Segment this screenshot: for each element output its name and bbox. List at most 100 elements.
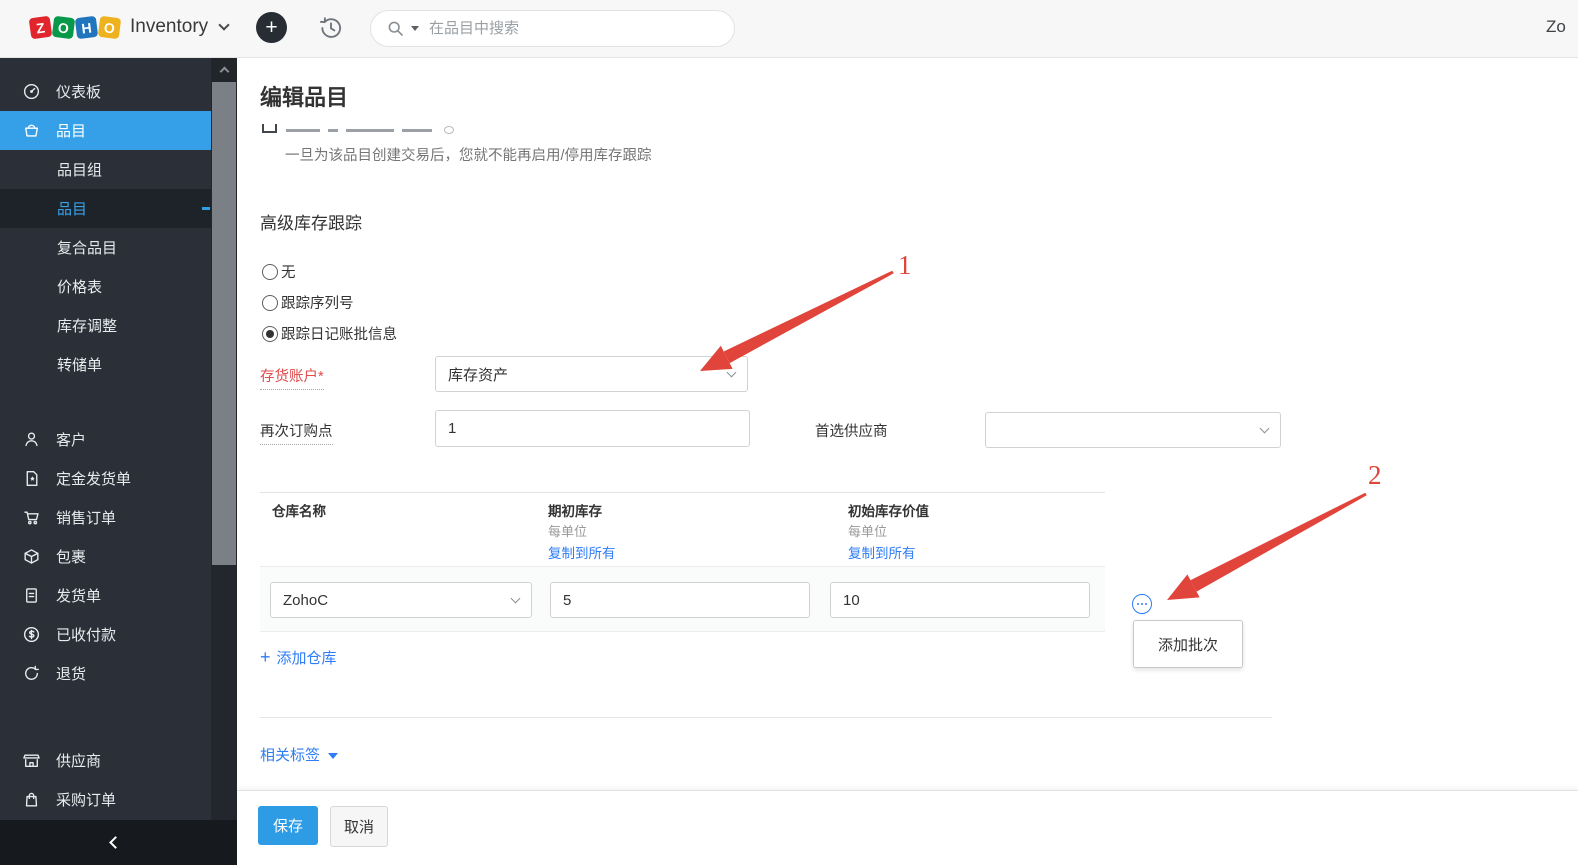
active-indicator-dash [202,207,210,210]
logo-letter-tile: O [97,15,122,39]
warehouse-select[interactable]: ZohoC [270,582,532,618]
chevron-down-icon [218,19,230,31]
sidebar-item-label: 销售订单 [56,510,117,527]
reorder-point-input[interactable] [435,410,750,447]
radio-option-label: 跟踪序列号 [281,296,354,312]
chevron-left-icon [109,836,122,849]
topbar: ZOHO Inventory + Zo [0,0,1578,58]
sidebar-item-label: 客户 [56,432,87,449]
radio-unselected-icon[interactable] [262,263,278,280]
vendors-icon [22,751,41,770]
cancel-button[interactable]: 取消 [330,806,389,847]
clipped-text-fragment [346,129,394,132]
sidebar-item-retainer-invoices[interactable]: 定金发货单 [0,459,211,498]
col-header-opening-stock: 期初库存 [548,504,602,519]
sidebar-item-inventory-adjustments[interactable]: 库存调整 [0,306,211,345]
inventory-account-select[interactable]: 库存资产 [435,356,748,392]
add-batch-menu-item[interactable]: 添加批次 [1133,620,1243,668]
search-input[interactable] [429,20,679,37]
sidebar-item-composite-items[interactable]: 复合品目 [0,228,211,267]
row-more-options-button[interactable] [1132,594,1152,614]
sidebar-item-item-groups[interactable]: 品目组 [0,150,211,189]
radio-option-label: 跟踪日记账批信息 [281,327,397,343]
search-icon [388,21,403,36]
zoho-inventory-logo[interactable]: ZOHO Inventory [28,15,230,39]
sidebar-item-transfer-orders[interactable]: 转储单 [0,345,211,384]
ellipsis-icon [1136,602,1140,606]
items-icon [22,121,41,140]
inventory-account-label: 存货账户* [260,365,324,390]
chevron-down-icon [510,593,521,604]
radio-option-1[interactable]: 跟踪序列号 [262,287,397,318]
ellipsis-icon [1144,602,1148,606]
opening-stock-input[interactable] [550,582,810,618]
chevron-up-icon [219,66,229,77]
search-scope-dropdown-icon[interactable] [411,26,419,31]
radio-selected-icon[interactable] [262,325,278,342]
radio-unselected-icon[interactable] [262,294,278,311]
scrollbar-thumb[interactable] [212,82,236,565]
sidebar-item-label: 品目 [57,201,88,218]
sidebar-item-packages[interactable]: 包裹 [0,537,211,576]
sidebar-item-label: 品目 [56,123,87,140]
sidebar-item-items[interactable]: 品目 [0,111,211,150]
dashboard-icon [22,82,41,101]
related-tags-toggle[interactable]: 相关标签 [260,744,339,765]
annotation-number-1: 1 [898,250,912,280]
scrollbar-up-button[interactable] [211,58,237,81]
sidebar-item-price-lists[interactable]: 价格表 [0,267,211,306]
col-subheader-per-unit: 每单位 [548,524,588,539]
sidebar-item-vendors[interactable]: 供应商 [0,741,211,780]
logo-letter-tile: O [51,15,76,39]
logo-letter-tile: H [74,15,99,39]
radio-option-0[interactable]: 无 [262,256,397,287]
clipped-text-fragment [286,129,320,132]
sales-order-icon [22,508,41,527]
retainer-icon [22,469,41,488]
sidebar-item-shipments[interactable]: 发货单 [0,576,211,615]
recent-history-button[interactable] [317,14,345,42]
sidebar-item-items-sub[interactable]: 品目 [0,189,211,228]
sidebar-item-label: 库存调整 [57,318,118,335]
preferred-vendor-label: 首选供应商 [815,424,888,440]
shipment-icon [22,586,41,605]
copy-to-all-link[interactable]: 复制到所有 [548,542,616,562]
triangle-down-icon [328,752,339,759]
sidebar-item-label: 转储单 [57,357,103,374]
payments-icon [22,625,41,644]
warehouse-select-value: ZohoC [283,591,329,609]
history-clock-icon [319,17,341,38]
tracking-warning-text: 一旦为该品目创建交易后，您就不能再启用/停用库存跟踪 [285,148,652,164]
sidebar-collapse-button[interactable] [0,820,237,865]
sidebar-item-purchase-orders[interactable]: 采购订单 [0,780,211,819]
copy-to-all-link[interactable]: 复制到所有 [848,542,916,562]
sidebar-item-label: 包裹 [56,549,87,566]
checkbox-clipped[interactable] [262,124,277,133]
save-button[interactable]: 保存 [258,806,319,845]
action-footer: 保存 取消 [237,790,1578,865]
sidebar-item-label: 品目组 [57,162,103,179]
sidebar-item-payments-received[interactable]: 已收付款 [0,615,211,654]
preferred-vendor-select[interactable] [985,412,1281,448]
add-warehouse-link[interactable]: + 添加仓库 [260,647,337,668]
quick-create-button[interactable]: + [256,12,287,43]
section-title-advanced-tracking: 高级库存跟踪 [260,214,362,233]
sidebar-scrollbar[interactable] [211,58,237,865]
annotation-number-2: 2 [1368,460,1382,490]
sidebar-item-dashboard[interactable]: 仪表板 [0,72,211,111]
logo-letter-tile: Z [28,15,53,39]
user-name-truncated[interactable]: Zo [1546,17,1566,37]
sidebar-item-sales-orders[interactable]: 销售订单 [0,498,211,537]
sidebar-nav: 仪表板 品目 品目组 品目 复合品目 价格表 库存调整 转储单 客户 定金发货单 销售订单 包裹 发货单… [0,58,211,865]
add-warehouse-label: 添加仓库 [276,650,337,667]
sidebar-item-customers[interactable]: 客户 [0,420,211,459]
sidebar-item-label: 已收付款 [56,627,117,644]
sidebar-item-label: 仪表板 [56,84,102,101]
global-search[interactable] [370,10,735,47]
chevron-down-icon [1259,423,1270,434]
opening-value-input[interactable] [830,582,1090,618]
section-divider [260,717,1272,718]
radio-option-2[interactable]: 跟踪日记账批信息 [262,318,397,349]
sidebar-item-returns[interactable]: 退货 [0,654,211,693]
